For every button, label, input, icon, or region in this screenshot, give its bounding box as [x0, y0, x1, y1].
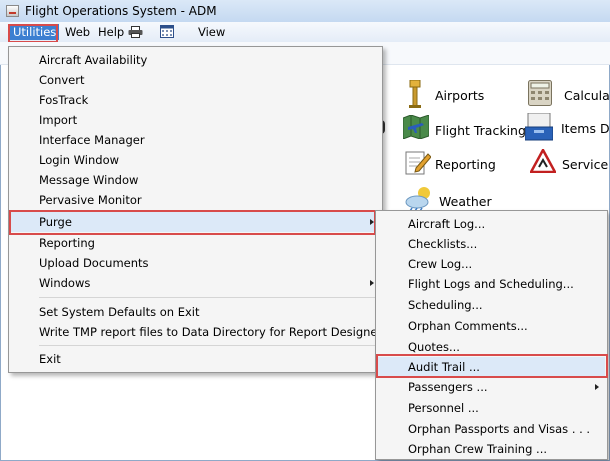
- menu-item-import[interactable]: Import: [11, 110, 380, 130]
- menu-item-windows[interactable]: Windows: [11, 273, 380, 293]
- flight-tracking-map-icon: [402, 114, 430, 140]
- reporting-main-label: Reporting: [435, 157, 496, 172]
- menu-separator: [39, 345, 378, 346]
- airport-tower-icon: [409, 79, 421, 108]
- window-title: Flight Operations System - ADM: [25, 4, 217, 18]
- items-due-icon: [524, 112, 554, 141]
- menu-separator: [39, 297, 378, 298]
- utilities-dropdown: Aircraft Availability Convert FosTrack I…: [8, 46, 383, 373]
- purge-item-quotes[interactable]: Quotes...: [378, 337, 605, 357]
- title-bar: Flight Operations System - ADM: [0, 0, 610, 22]
- purge-item-passengers[interactable]: Passengers ...: [378, 377, 605, 397]
- menu-item-reporting[interactable]: Reporting: [11, 233, 380, 253]
- reporting-launcher[interactable]: Reporting: [405, 149, 496, 178]
- purge-item-personnel[interactable]: Personnel ...: [378, 398, 605, 418]
- menu-item-exit[interactable]: Exit: [11, 349, 380, 369]
- menu-item-login-window[interactable]: Login Window: [11, 150, 380, 170]
- menu-item-interface-manager[interactable]: Interface Manager: [11, 130, 380, 150]
- items-due-launcher[interactable]: Items Du: [524, 112, 610, 144]
- menu-item-upload-documents[interactable]: Upload Documents: [11, 253, 380, 273]
- menu-item-write-tmp-report-files[interactable]: Write TMP report files to Data Directory…: [11, 322, 382, 342]
- menu-item-windows-label: Windows: [39, 276, 91, 290]
- flight-tracking-label: Flight Tracking: [435, 123, 526, 138]
- airports-launcher[interactable]: Airports: [405, 79, 484, 111]
- menu-item-purge-label: Purge: [39, 215, 72, 229]
- menu-help[interactable]: Help: [98, 24, 124, 40]
- purge-item-aircraft-log[interactable]: Aircraft Log...: [378, 214, 605, 234]
- purge-item-orphan-comments[interactable]: Orphan Comments...: [378, 316, 605, 336]
- menu-item-pervasive-monitor[interactable]: Pervasive Monitor: [11, 190, 380, 210]
- menu-utilities[interactable]: Utilities: [10, 24, 60, 40]
- purge-item-passengers-label: Passengers ...: [408, 380, 488, 394]
- airports-label: Airports: [435, 88, 485, 103]
- flight-tracking-launcher[interactable]: Flight Tracking: [402, 114, 526, 142]
- submenu-arrow-icon: [370, 219, 374, 225]
- purge-item-orphan-crew-training[interactable]: Orphan Crew Training ...: [378, 439, 605, 459]
- calculator-icon: [528, 80, 552, 106]
- service-launcher[interactable]: Service &: [528, 147, 610, 176]
- submenu-arrow-icon: [370, 280, 374, 286]
- calculator-launcher[interactable]: Calculato: [528, 80, 610, 109]
- weather-label: Weather: [439, 194, 492, 209]
- menu-item-convert[interactable]: Convert: [11, 70, 380, 90]
- menu-item-aircraft-availability[interactable]: Aircraft Availability: [11, 50, 380, 70]
- calendar-icon[interactable]: [160, 25, 174, 41]
- service-warning-icon: [528, 147, 558, 174]
- purge-submenu: Aircraft Log... Checklists... Crew Log..…: [375, 210, 608, 460]
- items-due-label: Items Du: [561, 121, 610, 136]
- purge-item-flight-logs-scheduling[interactable]: Flight Logs and Scheduling...: [378, 274, 605, 294]
- weather-cloud-icon: [405, 187, 430, 212]
- print-icon[interactable]: [128, 26, 143, 42]
- menu-item-set-system-defaults[interactable]: Set System Defaults on Exit: [11, 302, 380, 322]
- purge-item-checklists[interactable]: Checklists...: [378, 234, 605, 254]
- purge-item-crew-log[interactable]: Crew Log...: [378, 254, 605, 274]
- menu-item-fostrack[interactable]: FosTrack: [11, 90, 380, 110]
- reporting-icon: [405, 151, 432, 175]
- menu-view[interactable]: View: [198, 24, 225, 40]
- menu-item-purge[interactable]: Purge: [11, 212, 380, 232]
- app-icon: [6, 5, 19, 17]
- submenu-arrow-icon: [595, 384, 599, 390]
- purge-item-scheduling[interactable]: Scheduling...: [378, 295, 605, 315]
- service-label: Service &: [562, 157, 610, 172]
- purge-item-orphan-passports-visas[interactable]: Orphan Passports and Visas . . .: [378, 419, 605, 439]
- purge-item-audit-trail[interactable]: Audit Trail ...: [378, 357, 605, 377]
- menu-item-message-window[interactable]: Message Window: [11, 170, 380, 190]
- calculator-label: Calculato: [564, 88, 610, 103]
- menu-web[interactable]: Web: [65, 24, 90, 40]
- menu-bar: Utilities Web Help View: [0, 22, 610, 42]
